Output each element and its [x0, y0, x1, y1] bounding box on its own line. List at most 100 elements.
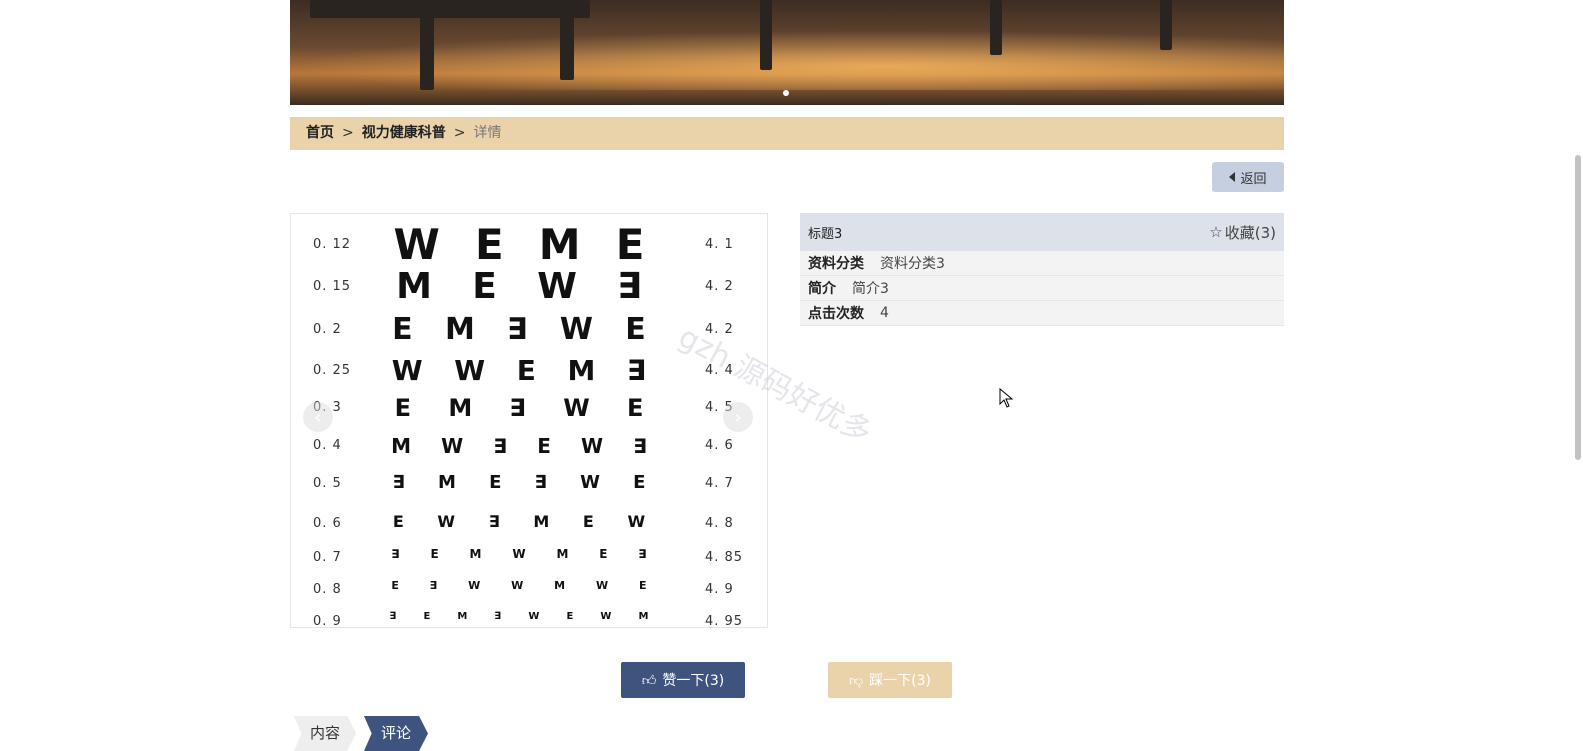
eye-chart-letter: ∃: [429, 579, 438, 592]
tab-content[interactable]: 内容: [294, 716, 356, 751]
detail-row: 点击次数 4: [800, 301, 1284, 326]
eye-chart-letter: E: [392, 512, 404, 531]
eye-chart-letters: E W ∃ M E W: [376, 514, 662, 530]
detail-row: 资料分类 资料分类3: [800, 251, 1284, 276]
banner-table-leg: [1160, 0, 1172, 50]
eye-chart-letter: W: [512, 547, 526, 561]
eye-chart-letter: W: [537, 266, 577, 307]
eye-chart-row: 0. 6 E W ∃ M E W 4. 8: [291, 514, 767, 544]
like-button-label: 赞一下(3): [662, 673, 725, 689]
banner-light: [290, 30, 1284, 90]
image-carousel[interactable]: 0. 9 ∃ E M ∃ W E W M 4. 95 0. 8 E ∃ W W M W E 4. 9 0. 7 ∃ E M W…: [290, 213, 768, 628]
field-value: 简介3: [852, 281, 889, 297]
eye-chart-letter: ∃: [638, 547, 647, 561]
eye-chart-letter: W: [580, 472, 600, 493]
eye-chart-letter: ∃: [617, 266, 642, 307]
eye-chart-letter: M: [538, 220, 581, 269]
eye-chart-letter: E: [392, 312, 413, 347]
eye-chart-letters: E ∃ W W M W E: [376, 580, 662, 591]
eye-chart-decimal-label: 4. 6: [705, 438, 734, 453]
eye-chart-letter: W: [441, 434, 464, 458]
detail-title: 标题3: [808, 226, 843, 242]
back-button-label: 返回: [1240, 171, 1267, 187]
favorite-button[interactable]: ☆ 收藏(3): [1209, 222, 1276, 243]
eye-chart-acuity-label: 0. 4: [313, 438, 342, 453]
eye-chart-letter: W: [563, 394, 590, 422]
eye-chart-letter: ∃: [494, 611, 502, 622]
chevron-right-icon[interactable]: ›: [723, 402, 753, 432]
banner-table-leg: [760, 0, 772, 70]
eye-chart-decimal-label: 4. 8: [705, 516, 734, 531]
eye-chart-letter: W: [468, 579, 481, 592]
eye-chart-letter: M: [469, 547, 482, 561]
eye-chart-letter: E: [489, 472, 502, 493]
eye-chart-letter: W: [581, 434, 604, 458]
eye-chart-letters: WEME: [376, 224, 662, 266]
eye-chart-letter: W: [393, 220, 440, 269]
field-key: 简介: [808, 281, 836, 297]
page-scrollbar[interactable]: [1575, 155, 1581, 460]
eye-chart-letter: ∃: [534, 472, 547, 493]
eye-chart-letter: ∃: [633, 434, 647, 458]
eye-chart-letter: W: [437, 512, 456, 531]
breadcrumb-category-link[interactable]: 视力健康科普: [362, 125, 446, 141]
eye-chart-letter: E: [391, 579, 399, 592]
field-key: 资料分类: [808, 256, 864, 272]
eye-chart-acuity-label: 0. 9: [313, 614, 342, 628]
field-key: 点击次数: [808, 306, 864, 322]
detail-panel: 标题3 ☆ 收藏(3) 资料分类 资料分类3 简介 简介3 点击次数 4: [800, 213, 1284, 326]
eye-chart-acuity-label: 0. 15: [313, 279, 352, 294]
back-button[interactable]: 返回: [1212, 162, 1284, 192]
tab-comment[interactable]: 评论: [364, 716, 428, 751]
eye-chart-letter: W: [454, 354, 486, 387]
eye-chart-acuity-label: 0. 8: [313, 582, 342, 597]
banner-table: [310, 0, 590, 18]
chevron-left-icon[interactable]: ‹: [303, 402, 333, 432]
eye-chart-letters: E M ∃ W E: [376, 396, 662, 420]
dislike-button[interactable]: 👎︎ 踩一下(3): [828, 662, 952, 698]
field-value: 资料分类3: [880, 256, 945, 272]
eye-chart-row: 0. 4 M W ∃ E W ∃ 4. 6: [291, 436, 767, 466]
banner-table-leg: [560, 10, 574, 80]
banner-table-leg: [420, 10, 434, 90]
eye-chart-letter: ∃: [493, 434, 508, 458]
eye-chart-letter: E: [615, 220, 645, 269]
banner-carousel[interactable]: [290, 0, 1284, 105]
eye-chart-letter: M: [556, 547, 569, 561]
eye-chart-letter: E: [633, 472, 646, 493]
caret-left-icon: [1229, 172, 1236, 182]
eye-chart-decimal-label: 4. 9: [705, 582, 734, 597]
thumbs-down-icon: 👎︎: [848, 672, 864, 689]
eye-chart-decimal-label: 4. 4: [705, 363, 734, 378]
eye-chart-letter: E: [626, 394, 644, 422]
eye-chart-acuity-label: 0. 2: [313, 322, 342, 337]
eye-chart-letter: ∃: [391, 547, 400, 561]
eye-chart-row: 0. 25 W W E M ∃ 4. 4: [291, 357, 767, 387]
breadcrumb-separator: >: [453, 125, 466, 141]
eye-chart-letter: E: [430, 547, 439, 561]
eye-chart-letter: E: [474, 220, 504, 269]
eye-chart-acuity-label: 0. 6: [313, 516, 342, 531]
eye-chart-letter: E: [566, 611, 574, 622]
eye-chart-letter: ∃: [627, 354, 647, 387]
carousel-indicator-dot[interactable]: [783, 90, 789, 96]
eye-chart-letter: ∃: [507, 312, 528, 347]
eye-chart-decimal-label: 4. 7: [705, 476, 734, 491]
eye-chart-letter: ∃: [509, 394, 526, 422]
eye-chart-letter: M: [438, 472, 456, 493]
eye-chart-decimal-label: 4. 85: [705, 550, 744, 565]
eye-chart-decimal-label: 4. 2: [705, 322, 734, 337]
breadcrumb-home-link[interactable]: 首页: [306, 125, 334, 141]
eye-chart-letter: M: [457, 611, 468, 622]
eye-chart-letter: M: [396, 266, 432, 307]
eye-chart-letter: ∃: [392, 472, 405, 493]
eye-chart-letter: W: [391, 354, 423, 387]
eye-chart-letter: M: [444, 312, 475, 347]
eye-chart-letters: M E W ∃: [376, 269, 662, 305]
detail-row: 简介 简介3: [800, 276, 1284, 301]
eye-chart-letters: E M ∃ W E: [376, 315, 662, 345]
like-button[interactable]: 👍︎ 赞一下(3): [621, 662, 745, 698]
eye-chart-letter: M: [567, 354, 596, 387]
eye-chart-letter: W: [627, 512, 646, 531]
eye-chart-letter: W: [511, 579, 524, 592]
